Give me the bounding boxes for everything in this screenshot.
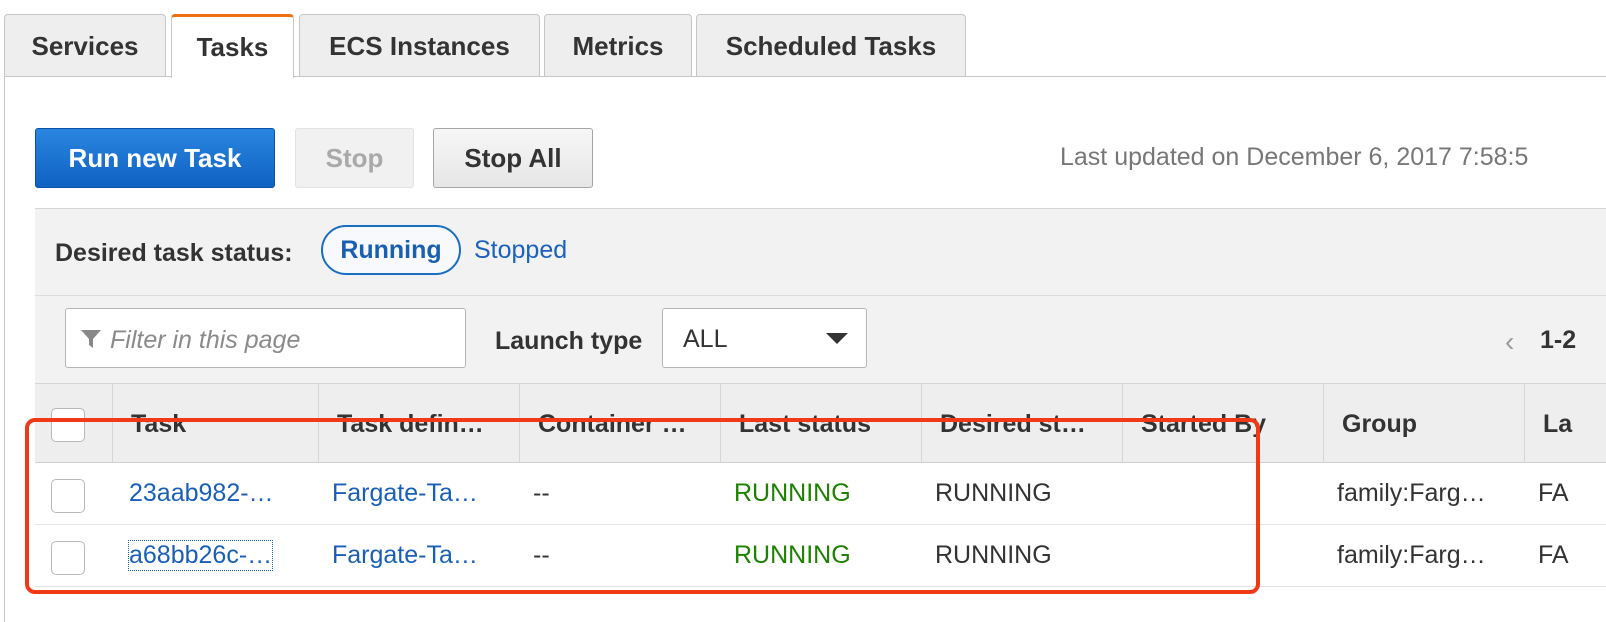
column-header-last-status[interactable]: Last status	[720, 384, 921, 464]
desired-status-cell: RUNNING	[935, 479, 1052, 507]
stop-button[interactable]: Stop	[295, 128, 414, 188]
status-stopped-link[interactable]: Stopped	[474, 236, 567, 265]
stop-all-button[interactable]: Stop All	[433, 128, 593, 188]
tab-metrics[interactable]: Metrics	[544, 14, 692, 77]
tab-bar: Services Tasks ECS Instances Metrics Sch…	[0, 14, 1606, 78]
column-header-task-definition[interactable]: Task defin…	[318, 384, 519, 464]
group-cell: family:Farg…	[1337, 541, 1486, 569]
column-header-task[interactable]: Task	[112, 384, 318, 464]
desired-status-cell: RUNNING	[935, 541, 1052, 569]
column-header-desired-status[interactable]: Desired st…	[921, 384, 1122, 464]
filter-funnel-icon	[81, 330, 101, 348]
column-header-launch-type[interactable]: La	[1524, 384, 1606, 464]
task-definition-link[interactable]: Fargate-Ta…	[332, 479, 478, 508]
column-header-started-by[interactable]: Started By	[1122, 384, 1323, 464]
table-row: 23aab982-… Fargate-Ta… -- RUNNING RUNNIN…	[35, 463, 1606, 525]
tab-tasks[interactable]: Tasks	[171, 14, 294, 78]
tab-scheduled-tasks[interactable]: Scheduled Tasks	[696, 14, 966, 77]
launch-type-select[interactable]: ALL	[662, 308, 867, 368]
run-new-task-button[interactable]: Run new Task	[35, 128, 275, 188]
last-status-cell: RUNNING	[734, 541, 851, 569]
launch-type-value: ALL	[683, 325, 728, 353]
launch-type-cell: FA	[1538, 479, 1569, 507]
task-id-link[interactable]: a68bb26c-…	[127, 540, 274, 571]
filter-row: Filter in this page Launch type ALL ‹ 1-…	[35, 296, 1606, 384]
pager-range: 1-2	[1540, 326, 1577, 354]
launch-type-cell: FA	[1538, 541, 1569, 569]
table-body: 23aab982-… Fargate-Ta… -- RUNNING RUNNIN…	[35, 463, 1606, 622]
task-definition-link[interactable]: Fargate-Ta…	[332, 541, 478, 570]
column-header-group[interactable]: Group	[1323, 384, 1524, 464]
chevron-left-icon[interactable]: ‹	[1505, 326, 1514, 358]
status-running-toggle[interactable]: Running	[321, 225, 461, 275]
filter-placeholder: Filter in this page	[110, 326, 301, 354]
filter-input[interactable]: Filter in this page	[65, 308, 466, 368]
desired-status-row: Desired task status: Running Stopped	[35, 208, 1606, 296]
last-updated-text: Last updated on December 6, 2017 7:58:5	[1060, 143, 1529, 171]
container-instance-cell: --	[533, 541, 550, 569]
group-cell: family:Farg…	[1337, 479, 1486, 507]
row-checkbox[interactable]	[51, 541, 85, 575]
table-row: a68bb26c-… Fargate-Ta… -- RUNNING RUNNIN…	[35, 525, 1606, 587]
row-checkbox[interactable]	[51, 479, 85, 513]
tab-services[interactable]: Services	[4, 14, 166, 77]
launch-type-label: Launch type	[495, 327, 643, 355]
container-instance-cell: --	[533, 479, 550, 507]
table-header: Task Task defin… Container … Last status…	[35, 383, 1606, 464]
caret-down-icon	[826, 333, 848, 344]
select-all-checkbox[interactable]	[51, 408, 85, 442]
column-header-container[interactable]: Container …	[519, 384, 720, 464]
tab-ecs-instances[interactable]: ECS Instances	[299, 14, 540, 77]
last-status-cell: RUNNING	[734, 479, 851, 507]
desired-status-label: Desired task status:	[55, 239, 293, 267]
task-id-link[interactable]: 23aab982-…	[129, 479, 274, 508]
